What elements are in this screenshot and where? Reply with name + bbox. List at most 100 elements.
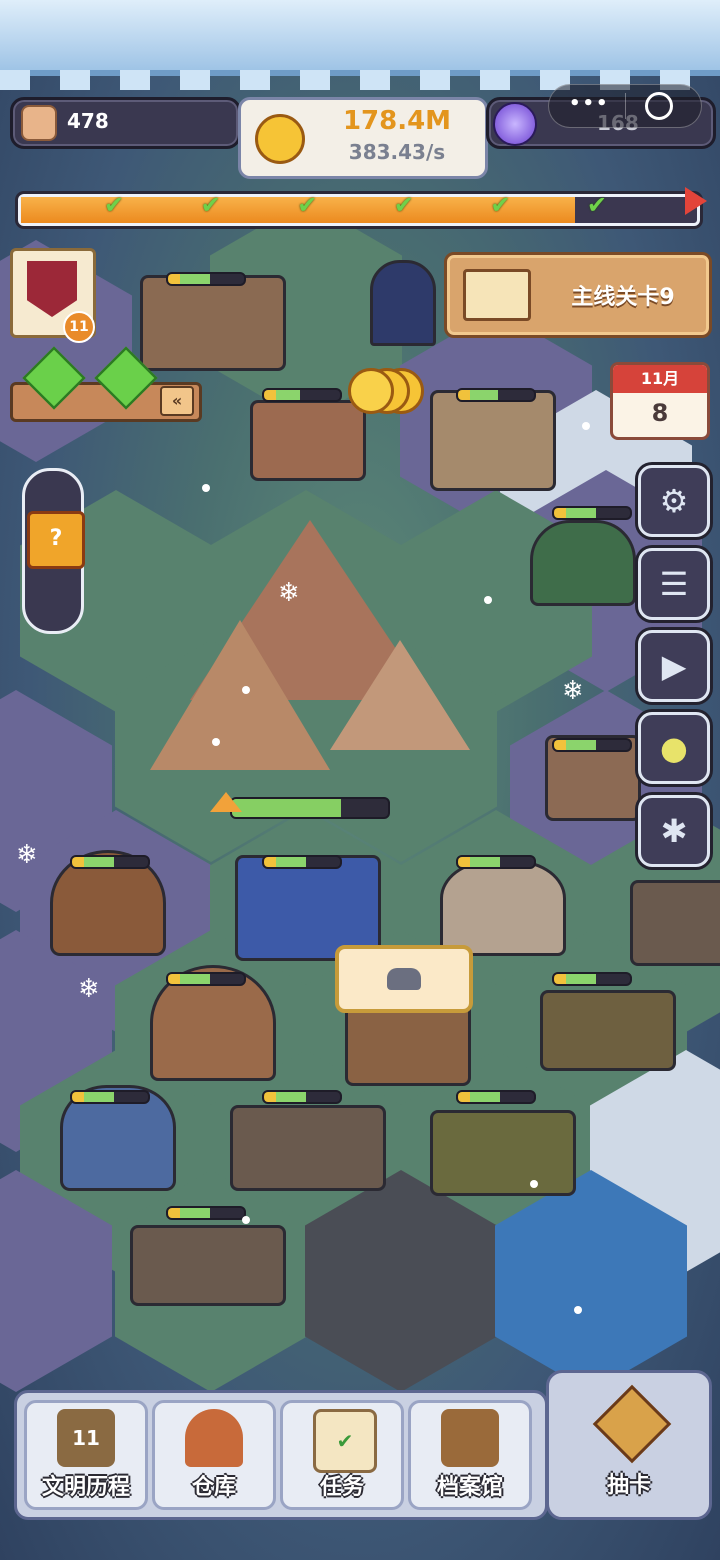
checkpoint-check-icon: ✔	[297, 191, 318, 219]
crop-field[interactable]	[430, 1110, 576, 1196]
building-progress-bar	[166, 272, 246, 286]
snow-particle	[574, 1306, 582, 1314]
mystery-box-slot[interactable]: ?	[22, 468, 85, 634]
building-progress-bar	[70, 1090, 150, 1104]
checkpoint-check-icon: ✔	[200, 191, 221, 219]
snow-particle	[242, 1216, 250, 1224]
checkpoint-check-icon: ✔	[586, 191, 608, 219]
notice-board-button[interactable]: ☰	[638, 548, 710, 620]
stone-portal[interactable]	[370, 260, 436, 346]
animal-pen[interactable]	[230, 1105, 386, 1191]
animal-pen[interactable]	[130, 1225, 286, 1306]
pyramid-small	[330, 640, 470, 750]
nav-label: 任务	[319, 1475, 364, 1500]
building-progress-bar	[552, 738, 632, 752]
play-video-icon: ▶	[661, 647, 687, 685]
nav-archive[interactable]: 档案馆	[408, 1400, 532, 1510]
era-progress-bar: ✔ ✔ ✔ ✔ ✔ ✔	[18, 187, 707, 226]
nav-tasks[interactable]: ✔ 任务	[280, 1400, 404, 1510]
pyramid-upgrade-arrow-icon	[210, 792, 242, 812]
boost-tray[interactable]: «	[10, 346, 202, 422]
snow-particle	[242, 686, 250, 694]
coin-stack-icon[interactable]	[348, 366, 432, 414]
close-capsule-icon[interactable]	[645, 92, 673, 120]
building-progress-bar	[262, 388, 342, 402]
population-panel[interactable]: 478	[10, 97, 241, 149]
nav-label: 抽卡	[606, 1473, 651, 1498]
building-progress-bar	[552, 506, 632, 520]
farm-house[interactable]	[430, 390, 556, 491]
anvil-icon	[387, 968, 421, 990]
warehouse-icon	[185, 1409, 243, 1467]
building-progress-bar	[166, 972, 246, 986]
gear-icon: ⚙	[659, 482, 689, 520]
building-progress-bar	[456, 855, 536, 869]
mystery-gift-icon[interactable]: ?	[27, 511, 85, 569]
video-ad-button[interactable]: ▶	[638, 630, 710, 702]
currency-panel[interactable]: 178.4M 383.43/s	[238, 97, 488, 179]
nav-warehouse[interactable]: 仓库	[152, 1400, 276, 1510]
snowflake-icon: ❄	[562, 676, 584, 706]
calendar-day: 8	[651, 399, 669, 427]
snow-particle	[202, 484, 210, 492]
population-count: 478	[67, 109, 109, 133]
building-progress-bar	[262, 855, 342, 869]
checkpoint-check-icon: ✔	[490, 191, 511, 219]
archive-book-icon	[441, 1409, 499, 1467]
idea-badge-button[interactable]: ●	[638, 712, 710, 784]
lightning-shield-icon	[27, 261, 77, 317]
building-progress-bar	[456, 1090, 536, 1104]
nav-label: 仓库	[191, 1475, 236, 1500]
building-progress-bar	[456, 388, 536, 402]
nav-civilization-history[interactable]: 11 文明历程	[24, 1400, 148, 1510]
snow-particle	[212, 738, 220, 746]
civilization-scroll-icon: 11	[57, 1409, 115, 1467]
snowflake-icon: ❄	[16, 840, 38, 870]
spider-icon: ✱	[660, 812, 688, 850]
coin-rate: 383.43/s	[348, 140, 446, 164]
main-quest-button[interactable]: 主线关卡9	[444, 252, 712, 338]
more-options-icon[interactable]: •••	[569, 93, 610, 114]
coin-amount: 178.4M	[342, 106, 452, 136]
pyramid-wonder[interactable]	[130, 500, 490, 800]
task-clipboard-icon: ✔	[313, 1409, 377, 1473]
leaf-hut[interactable]	[530, 520, 636, 606]
spider-event-button[interactable]: ✱	[638, 795, 710, 867]
lightbulb-icon: ●	[660, 729, 688, 767]
building-progress-bar	[70, 855, 150, 869]
villager-avatar-icon	[21, 105, 57, 141]
snow-particle	[582, 422, 590, 430]
forge-ready-banner[interactable]	[335, 945, 473, 1013]
pyramid-medium	[150, 620, 330, 770]
game-map[interactable]: ❄ ❄ ❄ ❄	[0, 0, 720, 1560]
snowflake-icon: ❄	[78, 974, 100, 1004]
civilization-level-badge: 11	[72, 1426, 100, 1450]
building-progress-bar	[262, 1090, 342, 1104]
main-quest-label: 主线关卡9	[571, 285, 675, 310]
crystal-orb-icon	[493, 102, 537, 146]
pyramid-progress-bar	[230, 797, 390, 819]
checkpoint-check-icon: ✔	[393, 191, 414, 219]
settings-gear-button[interactable]: ⚙	[638, 465, 710, 537]
collapse-tray-button[interactable]: «	[160, 386, 194, 416]
mini-program-capsule[interactable]: •••	[548, 84, 702, 128]
snowy-cliff-border	[0, 0, 720, 90]
snowflake-icon: ❄	[278, 578, 300, 608]
pottery-shop[interactable]	[250, 400, 366, 481]
card-draw-icon	[592, 1384, 672, 1464]
calendar-widget[interactable]: 11月 8	[610, 362, 710, 440]
checkpoint-check-icon: ✔	[104, 191, 125, 219]
tech-badge-button[interactable]: 11	[10, 248, 96, 343]
vegetable-field[interactable]	[540, 990, 676, 1071]
building-progress-bar	[552, 972, 632, 986]
gold-coin-icon	[255, 114, 305, 164]
open-book-icon	[463, 269, 531, 321]
snow-particle	[530, 1180, 538, 1188]
nav-card-draw[interactable]: 抽卡	[546, 1370, 712, 1520]
building-progress-bar	[166, 1206, 246, 1220]
notice-icon: ☰	[659, 565, 689, 603]
nav-label: 文明历程	[41, 1475, 130, 1500]
nav-label: 档案馆	[436, 1475, 503, 1500]
yurt[interactable]	[440, 860, 566, 956]
wooden-hut[interactable]	[630, 880, 720, 966]
